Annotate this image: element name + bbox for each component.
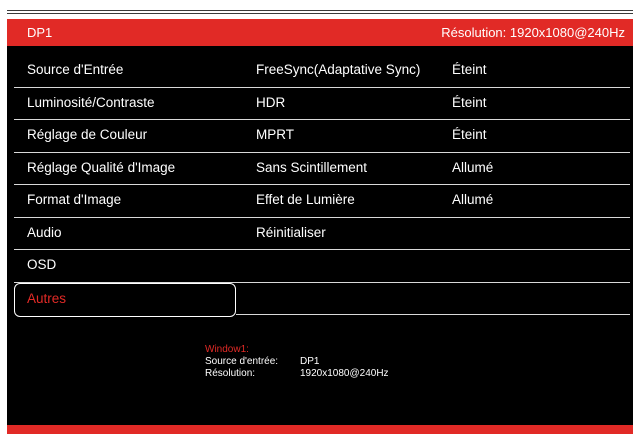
value-freesync[interactable]: Éteint bbox=[440, 55, 630, 88]
top-divider bbox=[7, 13, 633, 14]
submenu-item-freesync[interactable]: FreeSync(Adaptative Sync) bbox=[236, 55, 440, 88]
value-mprt[interactable]: Éteint bbox=[440, 120, 630, 153]
menu-item-label: Réglage de Couleur bbox=[27, 127, 148, 142]
submenu-item-label: FreeSync(Adaptative Sync) bbox=[256, 62, 421, 77]
current-input-label: DP1 bbox=[27, 25, 53, 40]
osd-menu-window: DP1 Résolution: 1920x1080@240Hz Source d… bbox=[7, 19, 633, 434]
menu-item-label: Source d'Entrée bbox=[27, 62, 124, 77]
value-label: Éteint bbox=[452, 62, 487, 77]
submenu-item-label: MPRT bbox=[256, 127, 295, 142]
menu-item-label: Autres bbox=[27, 290, 67, 306]
value-light-effect[interactable]: Allumé bbox=[440, 185, 630, 218]
value-label: Éteint bbox=[452, 127, 487, 142]
value-empty-row bbox=[440, 283, 630, 315]
submenu-empty-row bbox=[236, 283, 440, 315]
menu-item-label: Luminosité/Contraste bbox=[27, 94, 155, 110]
menu-item-source[interactable]: Source d'Entrée bbox=[14, 55, 236, 88]
submenu-item-label: Sans Scintillement bbox=[256, 159, 368, 175]
submenu-item-label: Réinitialiser bbox=[256, 224, 326, 240]
info-source-label: Source d'entrée: bbox=[205, 356, 279, 367]
menu-item-label: Format d'Image bbox=[27, 192, 122, 207]
value-empty-row bbox=[440, 250, 630, 283]
menu-item-label: OSD bbox=[27, 257, 57, 272]
value-label: Allumé bbox=[452, 192, 494, 207]
bottom-accent-bar bbox=[7, 425, 633, 434]
value-label: Éteint bbox=[452, 94, 487, 110]
value-empty-row bbox=[440, 218, 630, 250]
submenu-empty-row bbox=[236, 250, 440, 283]
info-source-line: Source d'entrée: DP1 bbox=[205, 356, 389, 368]
main-menu: Source d'Entrée Luminosité/Contraste Rég… bbox=[14, 55, 236, 317]
value-hdr[interactable]: Éteint bbox=[440, 88, 630, 120]
submenu: FreeSync(Adaptative Sync) HDR MPRT Sans … bbox=[236, 55, 440, 315]
menu-item-osd[interactable]: OSD bbox=[14, 250, 236, 283]
info-resolution-label: Résolution: bbox=[205, 368, 256, 379]
menu-item-image-quality[interactable]: Réglage Qualité d'Image bbox=[14, 153, 236, 185]
value-label: Allumé bbox=[452, 159, 494, 175]
submenu-item-label: HDR bbox=[256, 94, 286, 110]
menu-item-brightness-contrast[interactable]: Luminosité/Contraste bbox=[14, 88, 236, 120]
info-resolution-line: Résolution: 1920x1080@240Hz bbox=[205, 368, 389, 380]
menu-item-color[interactable]: Réglage de Couleur bbox=[14, 120, 236, 153]
submenu-item-label: Effet de Lumière bbox=[256, 192, 355, 207]
info-resolution-value: 1920x1080@240Hz bbox=[300, 368, 389, 379]
value-column: Éteint Éteint Éteint Allumé Allumé bbox=[440, 55, 630, 315]
menu-item-others-selected[interactable]: Autres bbox=[14, 282, 236, 317]
menu-item-image-format[interactable]: Format d'Image bbox=[14, 185, 236, 218]
menu-item-label: Réglage Qualité d'Image bbox=[27, 159, 176, 175]
osd-header: DP1 Résolution: 1920x1080@240Hz bbox=[7, 19, 633, 46]
window-info-title: Window1: bbox=[205, 344, 249, 355]
submenu-item-mprt[interactable]: MPRT bbox=[236, 120, 440, 153]
submenu-item-reset[interactable]: Réinitialiser bbox=[236, 218, 440, 250]
info-source-value: DP1 bbox=[300, 356, 320, 367]
menu-item-audio[interactable]: Audio bbox=[14, 218, 236, 250]
window-info-panel: Window1: Source d'entrée: DP1 Résolution:… bbox=[205, 344, 389, 380]
submenu-item-flicker-free[interactable]: Sans Scintillement bbox=[236, 153, 440, 185]
top-divider bbox=[7, 10, 633, 11]
submenu-item-hdr[interactable]: HDR bbox=[236, 88, 440, 120]
menu-item-label: Audio bbox=[27, 224, 62, 240]
value-flicker-free[interactable]: Allumé bbox=[440, 153, 630, 185]
resolution-readout: Résolution: 1920x1080@240Hz bbox=[441, 25, 625, 40]
submenu-item-light-effect[interactable]: Effet de Lumière bbox=[236, 185, 440, 218]
